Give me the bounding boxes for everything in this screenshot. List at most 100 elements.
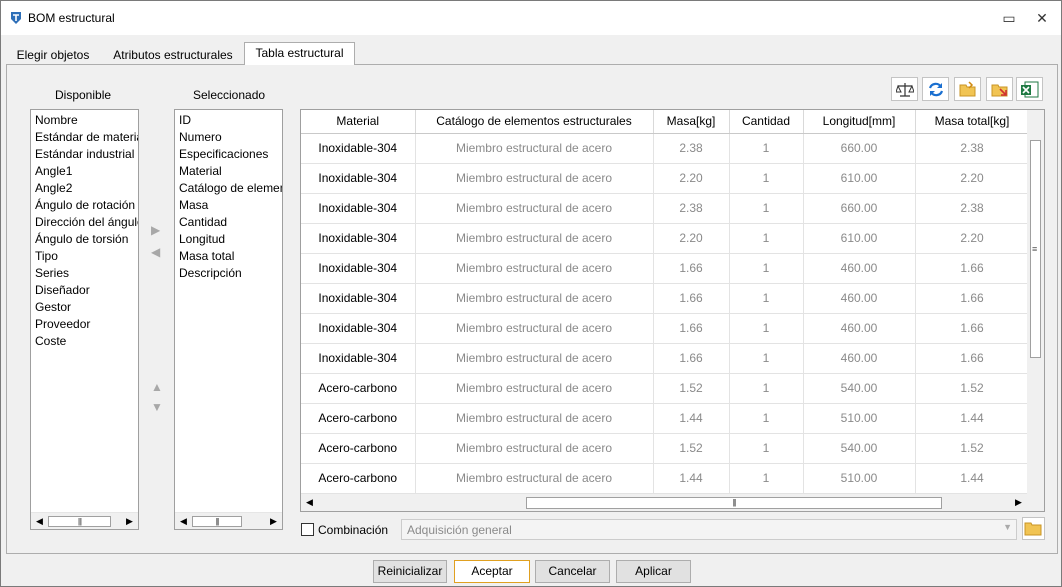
available-list[interactable]: Nombre Estándar de material Estándar indus… [30,109,139,530]
list-item[interactable]: Angle2 [31,180,138,197]
list-item[interactable]: Masa [175,197,282,214]
folder-export-button[interactable] [986,77,1013,101]
accept-button[interactable]: Aceptar [454,560,530,583]
list-item[interactable]: Cantidad [175,214,282,231]
table-cell[interactable]: 2.20 [653,223,730,254]
table-cell[interactable]: Inoxidable-304 [301,163,416,194]
selected-hscroll[interactable]: ◀ ||| ▶ [175,512,282,529]
move-down-icon[interactable]: ▼ [151,400,163,414]
apply-button[interactable]: Aplicar [616,560,691,583]
table-cell[interactable]: Acero-carbono [301,463,416,494]
structure-table[interactable]: Material Catálogo de elementos estructura… [300,109,1045,512]
table-cell[interactable]: 2.38 [653,193,730,224]
table-cell[interactable]: Inoxidable-304 [301,253,416,284]
table-cell[interactable]: 1.66 [915,343,1030,374]
list-item[interactable]: Ángulo de rotación [31,197,138,214]
list-item[interactable]: Coste [31,333,138,350]
scroll-left-icon[interactable]: ◀ [175,513,192,529]
table-cell[interactable]: 2.20 [915,163,1030,194]
scroll-thumb[interactable]: ||| [192,516,242,527]
column-header[interactable]: Masa total[kg] [915,110,1030,134]
table-cell[interactable]: 1.66 [653,283,730,314]
table-cell[interactable]: 1.52 [915,433,1030,464]
table-cell[interactable]: Miembro estructural de acero [415,163,654,194]
available-hscroll[interactable]: ◀ ||| ▶ [31,512,138,529]
table-cell[interactable]: 510.00 [803,463,916,494]
list-item[interactable]: Tipo [31,248,138,265]
list-item[interactable]: Dirección del ángulo [31,214,138,231]
list-item[interactable]: Descripción [175,265,282,282]
move-up-icon[interactable]: ▲ [151,380,163,394]
scroll-right-icon[interactable]: ▶ [265,513,282,529]
table-row[interactable]: Acero-carbono Miembro estructural de acer… [301,433,1030,464]
table-row[interactable]: Acero-carbono Miembro estructural de acer… [301,373,1030,404]
folder-open-button[interactable] [954,77,981,101]
table-cell[interactable]: 1.66 [915,253,1030,284]
cancel-button[interactable]: Cancelar [535,560,610,583]
table-row[interactable]: Inoxidable-304 Miembro estructural de ace… [301,343,1030,374]
table-row[interactable]: Inoxidable-304 Miembro estructural de ace… [301,223,1030,254]
table-row[interactable]: Inoxidable-304 Miembro estructural de ace… [301,283,1030,314]
table-cell[interactable]: 1 [729,223,804,254]
scroll-right-icon[interactable]: ▶ [121,513,138,529]
table-cell[interactable]: 1 [729,343,804,374]
table-cell[interactable]: 1 [729,403,804,434]
close-icon[interactable]: ✕ [1031,8,1053,28]
table-cell[interactable]: 610.00 [803,223,916,254]
table-cell[interactable]: 2.20 [653,163,730,194]
table-row[interactable]: Inoxidable-304 Miembro estructural de ace… [301,253,1030,284]
table-cell[interactable]: 1.44 [915,403,1030,434]
list-item[interactable]: Nombre [31,112,138,129]
table-cell[interactable]: 660.00 [803,193,916,224]
table-cell[interactable]: Inoxidable-304 [301,133,416,164]
table-cell[interactable]: Acero-carbono [301,373,416,404]
table-cell[interactable]: Miembro estructural de acero [415,433,654,464]
scroll-left-icon[interactable]: ◀ [301,494,318,511]
table-cell[interactable]: 540.00 [803,433,916,464]
table-row[interactable]: Inoxidable-304 Miembro estructural de ace… [301,193,1030,224]
table-row[interactable]: Inoxidable-304 Miembro estructural de ace… [301,163,1030,194]
table-cell[interactable]: 2.20 [915,223,1030,254]
table-hscroll[interactable]: ◀ ||| ▶ [301,494,1044,511]
list-item[interactable]: Estándar de material [31,129,138,146]
table-row[interactable]: Acero-carbono Miembro estructural de acer… [301,463,1030,494]
table-cell[interactable]: 660.00 [803,133,916,164]
table-cell[interactable]: Inoxidable-304 [301,313,416,344]
table-cell[interactable]: 1.66 [653,343,730,374]
table-cell[interactable]: 2.38 [915,193,1030,224]
table-cell[interactable]: 1 [729,463,804,494]
table-cell[interactable]: 1.66 [915,283,1030,314]
table-row[interactable]: Inoxidable-304 Miembro estructural de ace… [301,313,1030,344]
tab-tabla-estructural[interactable]: Tabla estructural [244,42,355,65]
list-item[interactable]: Catálogo de elementos [175,180,282,197]
table-cell[interactable]: 1.44 [653,463,730,494]
table-vscroll[interactable]: ≡ [1027,110,1044,496]
reset-button[interactable]: Reinicializar [373,560,447,583]
combination-checkbox[interactable] [301,523,314,536]
table-cell[interactable]: 460.00 [803,283,916,314]
table-cell[interactable]: 2.38 [653,133,730,164]
column-header[interactable]: Masa[kg] [653,110,730,134]
table-cell[interactable]: 610.00 [803,163,916,194]
table-cell[interactable]: 1 [729,433,804,464]
table-cell[interactable]: Miembro estructural de acero [415,193,654,224]
table-cell[interactable]: 1 [729,163,804,194]
list-item[interactable]: Diseñador [31,282,138,299]
excel-export-button[interactable] [1016,77,1043,101]
table-cell[interactable]: Miembro estructural de acero [415,403,654,434]
table-cell[interactable]: Inoxidable-304 [301,343,416,374]
table-cell[interactable]: 460.00 [803,253,916,284]
list-item[interactable]: Longitud [175,231,282,248]
combination-select[interactable]: Adquisición general ▼ [401,519,1017,540]
table-cell[interactable]: Acero-carbono [301,403,416,434]
table-cell[interactable]: 1.44 [915,463,1030,494]
list-item[interactable]: Especificaciones [175,146,282,163]
folder-button[interactable] [1022,517,1045,540]
list-item[interactable]: Numero [175,129,282,146]
table-cell[interactable]: Miembro estructural de acero [415,373,654,404]
list-item[interactable]: Proveedor [31,316,138,333]
table-cell[interactable]: 540.00 [803,373,916,404]
table-row[interactable]: Inoxidable-304 Miembro estructural de ace… [301,133,1030,164]
list-item[interactable]: Masa total [175,248,282,265]
table-cell[interactable]: Acero-carbono [301,433,416,464]
